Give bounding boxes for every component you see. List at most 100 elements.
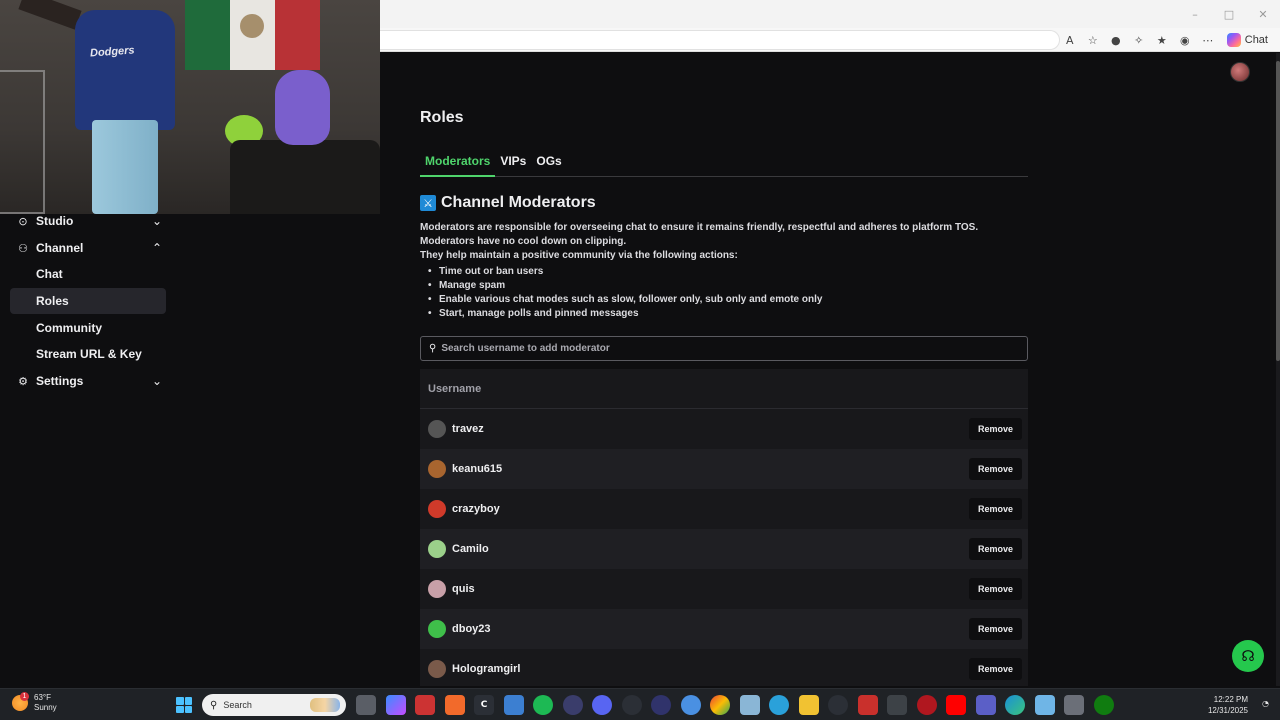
profile-icon[interactable]: ◉: [1177, 32, 1193, 48]
copilot-app-icon[interactable]: [385, 695, 406, 715]
notification-badge: 1: [20, 692, 29, 701]
list-item: Enable various chat modes such as slow, …: [420, 293, 1030, 307]
remove-moderator-button[interactable]: Remove: [968, 538, 1022, 560]
main-content: Roles Moderators VIPs OGs ⚔ Channel Mode…: [380, 53, 1276, 686]
close-button[interactable]: ✕: [1246, 0, 1280, 28]
sidebar-item-label: Community: [36, 321, 102, 335]
spotify-icon[interactable]: [533, 695, 553, 715]
studio-icon: ⊙: [18, 214, 28, 228]
remove-moderator-button[interactable]: Remove: [968, 418, 1022, 440]
description-line: Moderators are responsible for overseein…: [420, 222, 979, 233]
section-header: ⚔ Channel Moderators: [420, 194, 596, 212]
copilot-chat-button[interactable]: Chat: [1223, 31, 1272, 49]
scrollbar-thumb[interactable]: [1276, 61, 1280, 361]
video-player-icon[interactable]: [828, 695, 848, 715]
sidebar-item-channel[interactable]: ⚇ Channel ⌃: [10, 235, 166, 261]
sun-icon: 1: [12, 692, 29, 711]
sidebar-item-label: Channel: [36, 241, 84, 255]
weather-widget[interactable]: 1 63°F Sunny: [12, 692, 57, 713]
remove-moderator-button[interactable]: Remove: [968, 458, 1022, 480]
chevron-down-icon: ⌄: [151, 214, 163, 228]
page-title: Roles: [420, 109, 464, 126]
edge-browser-icon[interactable]: [1005, 695, 1025, 715]
discord-icon[interactable]: [592, 695, 612, 715]
person-torso: [75, 10, 175, 130]
wire-shelf: [0, 70, 45, 214]
media-app-icon[interactable]: [651, 695, 671, 715]
avatar: [428, 460, 446, 478]
tab-moderators[interactable]: Moderators: [420, 151, 496, 177]
favorite-star-icon[interactable]: ☆: [1085, 32, 1101, 48]
notifications-bell-icon[interactable]: ◔: [1262, 699, 1272, 709]
obs-studio-icon[interactable]: [621, 695, 642, 715]
remove-moderator-button[interactable]: Remove: [968, 658, 1022, 680]
teams-icon[interactable]: [975, 695, 996, 715]
mexico-flag: [185, 0, 320, 70]
purple-bunny-plush: [275, 70, 330, 145]
moderator-username: dboy23: [452, 623, 491, 635]
favorites-icon[interactable]: ★: [1154, 32, 1170, 48]
moderator-username: keanu615: [452, 463, 503, 475]
recorder-app-icon[interactable]: [857, 695, 878, 715]
taskbar-search[interactable]: ⚲ Search: [202, 694, 346, 716]
tab-ogs[interactable]: OGs: [531, 151, 566, 177]
avatar: [428, 540, 446, 558]
moderator-username: travez: [452, 423, 484, 435]
start-button[interactable]: [176, 697, 192, 713]
settings-app-icon[interactable]: [1064, 695, 1084, 715]
remove-moderator-button[interactable]: Remove: [968, 578, 1022, 600]
read-aloud-icon[interactable]: A: [1062, 32, 1078, 48]
ccleaner-icon[interactable]: C: [474, 695, 494, 715]
minimize-button[interactable]: –: [1178, 0, 1212, 28]
youtube-icon[interactable]: [946, 695, 966, 715]
extension-avatar-icon[interactable]: ●: [1108, 32, 1124, 48]
page-scrollbar[interactable]: [1276, 53, 1280, 686]
toolbar-icons: A ☆ ● ✧ ★ ◉ ⋯ Chat: [1062, 28, 1272, 52]
screenshot-app-icon[interactable]: [739, 695, 760, 715]
news-app-icon[interactable]: [415, 695, 435, 715]
table-row: crazyboy Remove: [420, 489, 1028, 529]
headset-icon: ☊: [1241, 647, 1255, 665]
remove-moderator-button[interactable]: Remove: [968, 498, 1022, 520]
steam-icon[interactable]: [680, 695, 701, 715]
system-clock[interactable]: 12:22 PM 12/31/2025: [1208, 694, 1248, 716]
brave-browser-icon[interactable]: [444, 695, 465, 715]
user-avatar[interactable]: [1230, 62, 1250, 82]
table-body: travez Remove keanu615 Remove crazyboy Remove…: [420, 409, 1028, 686]
tab-vips[interactable]: VIPs: [495, 151, 531, 177]
address-bar[interactable]: [380, 30, 1060, 50]
telegram-icon[interactable]: [769, 695, 789, 715]
webcam-overlay: Dodgers: [0, 0, 380, 214]
xbox-icon[interactable]: [1093, 695, 1114, 715]
search-icon: ⚲: [210, 699, 218, 711]
sidebar-item-roles[interactable]: Roles: [10, 288, 166, 314]
maximize-button[interactable]: □: [1212, 0, 1246, 28]
remove-moderator-button[interactable]: Remove: [968, 618, 1022, 640]
sidebar-item-settings[interactable]: ⚙ Settings ⌄: [10, 368, 166, 394]
table-row: Hologramgirl Remove: [420, 649, 1028, 686]
search-input[interactable]: [441, 343, 1002, 354]
search-icon: ⚲: [429, 343, 437, 354]
chrome-icon[interactable]: [710, 695, 730, 715]
moderator-sword-icon: ⚔: [420, 195, 436, 211]
table-row: quis Remove: [420, 569, 1028, 609]
notepad-icon[interactable]: [1034, 695, 1055, 715]
sidebar-item-studio[interactable]: ⊙ Studio ⌄: [10, 208, 166, 234]
chevron-up-icon: ⌃: [151, 241, 163, 255]
task-view-icon[interactable]: [356, 695, 376, 715]
security-shield-icon[interactable]: [887, 695, 907, 715]
moderator-username: quis: [452, 583, 475, 595]
opera-icon[interactable]: [916, 695, 937, 715]
help-support-button[interactable]: ☊: [1232, 640, 1264, 672]
sidebar-item-community[interactable]: Community: [10, 315, 166, 341]
sidebar-nav: ⊙ Studio ⌄ ⚇ Channel ⌃ Chat Roles Commun…: [4, 214, 380, 686]
more-menu-icon[interactable]: ⋯: [1200, 32, 1216, 48]
soundwave-app-icon[interactable]: [562, 695, 583, 715]
extensions-puzzle-icon[interactable]: ✧: [1131, 32, 1147, 48]
photos-app-icon[interactable]: [503, 695, 524, 715]
sidebar-item-stream-url-key[interactable]: Stream URL & Key: [10, 341, 166, 367]
sidebar-item-chat[interactable]: Chat: [10, 261, 166, 287]
avatar: [428, 660, 446, 678]
file-explorer-icon[interactable]: [798, 695, 819, 715]
screen: – □ ✕ A ☆ ● ✧ ★ ◉ ⋯ Chat Dodgers ⊙ Studi…: [0, 0, 1280, 720]
